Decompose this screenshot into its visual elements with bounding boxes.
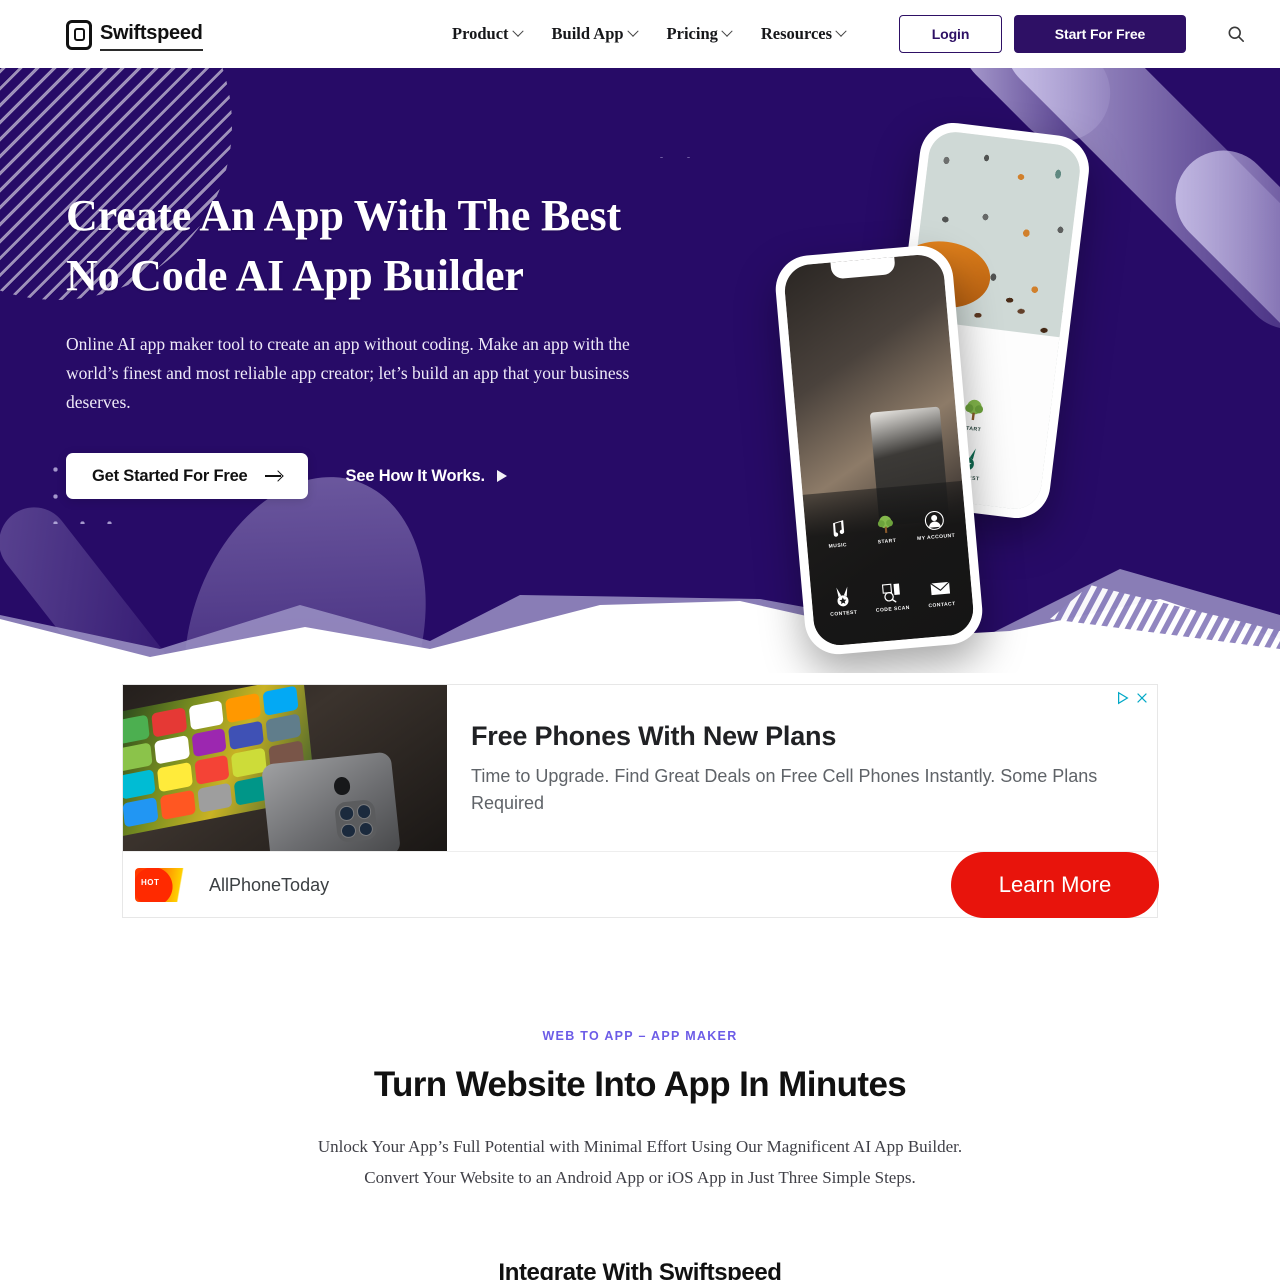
hero-cta-group: Get Started For Free See How It Works.	[66, 453, 666, 499]
nav-item-pricing-label: Pricing	[666, 24, 718, 43]
chevron-down-icon	[835, 25, 847, 37]
learn-more-button[interactable]: Learn More	[951, 852, 1159, 918]
phone-front-menu: MUSIC START MY ACCOUNT CONTEST CODE SCAN…	[802, 481, 976, 648]
menu-item-music-label: MUSIC	[828, 542, 848, 551]
ad-text-body: Free Phones With New Plans Time to Upgra…	[447, 685, 1157, 851]
main-menu: Product Build App Pricing Resources	[452, 0, 847, 68]
code-scan-icon	[881, 583, 900, 603]
menu-item-start-label: START	[877, 538, 897, 546]
ad-top-row: Free Phones With New Plans Time to Upgra…	[123, 685, 1157, 851]
nav-item-pricing[interactable]: Pricing	[666, 24, 733, 44]
integrate-heading: Integrate With Swiftspeed	[498, 1259, 782, 1280]
account-icon	[925, 511, 945, 531]
hero-phone-mockups: START CONTEST	[772, 119, 1112, 658]
phone-mockup-front: MUSIC START MY ACCOUNT CONTEST CODE SCAN…	[772, 243, 986, 657]
brand-name-wrap: Swiftspeed	[100, 18, 203, 51]
music-note-icon	[832, 520, 844, 538]
menu-item-contest-label: CONTEST	[830, 609, 858, 618]
menu-item-contest[interactable]: CONTEST	[815, 565, 870, 636]
hero-content: Create An App With The Best No Code AI A…	[0, 68, 1280, 673]
menu-item-code-scan[interactable]: CODE SCAN	[864, 561, 919, 632]
start-for-free-button[interactable]: Start For Free	[1014, 15, 1186, 53]
nav-actions: Login Start For Free	[899, 0, 1258, 68]
app-phone-logo-icon	[66, 19, 92, 50]
get-started-for-free-button[interactable]: Get Started For Free	[66, 453, 308, 499]
phone-front-screen: MUSIC START MY ACCOUNT CONTEST CODE SCAN…	[782, 252, 976, 648]
brand-name: Swiftspeed	[100, 21, 203, 44]
ad-advertiser[interactable]: AllPhoneToday	[135, 868, 329, 902]
menu-item-music[interactable]: MUSIC	[809, 498, 864, 569]
menu-item-start[interactable]: START	[858, 494, 913, 565]
menu-item-contact[interactable]: CONTACT	[913, 557, 968, 628]
chevron-down-icon	[511, 25, 524, 37]
nav-item-resources[interactable]: Resources	[760, 24, 847, 44]
section-description: Unlock Your App’s Full Potential with Mi…	[317, 1137, 963, 1187]
phone-back-image	[260, 751, 401, 851]
ad-bottom-row: AllPhoneToday Learn More	[123, 851, 1159, 918]
hero-copy: Create An App With The Best No Code AI A…	[66, 186, 666, 499]
brand-logo[interactable]: Swiftspeed	[66, 18, 203, 51]
close-icon[interactable]	[1135, 691, 1149, 705]
menu-item-my-account-label: MY ACCOUNT	[916, 533, 956, 543]
chevron-down-icon	[626, 25, 639, 37]
adchoices-icon[interactable]	[1116, 691, 1130, 705]
hero-section: Create An App With The Best No Code AI A…	[0, 68, 1280, 673]
ad-headline: Free Phones With New Plans	[471, 721, 837, 751]
ad-product-image[interactable]	[123, 685, 447, 851]
google-ad-unit[interactable]: Free Phones With New Plans Time to Upgra…	[122, 684, 1159, 918]
arrow-right-icon	[264, 471, 282, 481]
advertiser-logo-icon	[135, 868, 195, 902]
nav-item-resources-label: Resources	[760, 24, 833, 43]
ad-choices-controls[interactable]	[1116, 691, 1149, 705]
brand-underline	[100, 48, 203, 51]
nav-item-build-app-label: Build App	[551, 24, 624, 43]
play-triangle-icon	[496, 470, 507, 482]
nav-item-product-label: Product	[452, 24, 509, 43]
get-started-label: Get Started For Free	[92, 466, 248, 485]
top-navigation-bar: Swiftspeed Product Build App Pricing Res…	[0, 0, 1280, 68]
hero-title-line-2: No Code AI App Builder	[66, 251, 524, 300]
camera-module-icon	[333, 799, 378, 844]
ad-advertiser-name: AllPhoneToday	[209, 874, 330, 895]
menu-item-contact-label: CONTACT	[928, 600, 956, 610]
section-title: Turn Website Into App In Minutes	[373, 1065, 907, 1104]
see-how-it-works-label: See How It Works.	[345, 466, 486, 485]
tree-icon	[877, 516, 893, 534]
advertisement-area: Free Phones With New Plans Time to Upgra…	[0, 673, 1280, 993]
hero-title: Create An App With The Best No Code AI A…	[66, 186, 666, 306]
medal-icon	[835, 586, 849, 607]
hero-subtitle: Online AI app maker tool to create an ap…	[66, 334, 630, 412]
nav-item-product[interactable]: Product	[452, 24, 524, 44]
menu-item-my-account[interactable]: MY ACCOUNT	[908, 490, 963, 561]
web-to-app-section: WEB TO APP – APP MAKER Turn Website Into…	[0, 993, 1280, 1280]
menu-item-code-scan-label: CODE SCAN	[875, 604, 911, 614]
nav-item-build-app[interactable]: Build App	[551, 24, 639, 44]
hero-title-line-1: Create An App With The Best	[66, 191, 621, 240]
chevron-down-icon	[721, 25, 733, 37]
search-icon[interactable]	[1214, 12, 1258, 56]
envelope-icon	[930, 581, 951, 595]
ad-description: Time to Upgrade. Find Great Deals on Fre…	[471, 766, 1098, 813]
login-button[interactable]: Login	[899, 15, 1002, 53]
section-eyebrow: WEB TO APP – APP MAKER	[542, 1029, 738, 1043]
see-how-it-works-link[interactable]: See How It Works.	[346, 467, 507, 486]
